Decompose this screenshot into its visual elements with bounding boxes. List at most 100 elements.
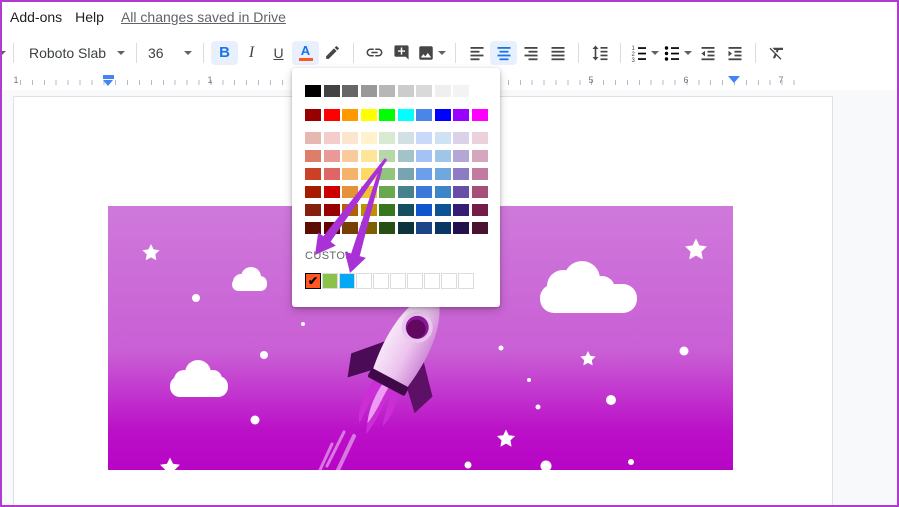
save-status-link[interactable]: All changes saved in Drive bbox=[121, 9, 286, 25]
insert-image-button[interactable] bbox=[415, 44, 448, 62]
text-color-button[interactable]: A bbox=[292, 41, 319, 65]
color-swatch[interactable] bbox=[342, 132, 358, 144]
custom-color-swatch[interactable] bbox=[339, 273, 355, 289]
color-swatch[interactable] bbox=[324, 168, 340, 180]
color-swatch[interactable] bbox=[416, 168, 432, 180]
color-swatch[interactable] bbox=[324, 186, 340, 198]
color-swatch[interactable] bbox=[435, 168, 451, 180]
menu-item-help[interactable]: Help bbox=[75, 5, 104, 29]
color-swatch[interactable] bbox=[361, 204, 377, 216]
color-swatch[interactable] bbox=[305, 186, 321, 198]
color-swatch[interactable] bbox=[472, 85, 488, 97]
color-swatch[interactable] bbox=[435, 132, 451, 144]
first-line-indent-marker[interactable] bbox=[103, 75, 114, 79]
color-swatch[interactable] bbox=[472, 204, 488, 216]
color-swatch[interactable] bbox=[324, 204, 340, 216]
color-swatch[interactable] bbox=[398, 222, 414, 234]
bulleted-list-button[interactable] bbox=[661, 44, 694, 62]
color-swatch[interactable] bbox=[342, 168, 358, 180]
increase-indent-button[interactable] bbox=[721, 41, 748, 65]
color-swatch[interactable] bbox=[398, 186, 414, 198]
custom-color-swatch[interactable]: ✔ bbox=[305, 273, 321, 289]
color-swatch[interactable] bbox=[379, 109, 395, 121]
color-swatch[interactable] bbox=[472, 132, 488, 144]
color-swatch[interactable] bbox=[361, 168, 377, 180]
numbered-list-button[interactable]: 123 bbox=[628, 44, 661, 62]
insert-link-button[interactable] bbox=[361, 41, 388, 65]
color-swatch[interactable] bbox=[342, 222, 358, 234]
color-swatch[interactable] bbox=[379, 85, 395, 97]
left-indent-marker[interactable] bbox=[103, 80, 113, 86]
add-comment-button[interactable] bbox=[388, 41, 415, 65]
color-swatch[interactable] bbox=[453, 186, 469, 198]
color-swatch[interactable] bbox=[342, 204, 358, 216]
color-swatch[interactable] bbox=[435, 85, 451, 97]
italic-button[interactable]: I bbox=[238, 41, 265, 65]
align-right-button[interactable] bbox=[517, 41, 544, 65]
custom-color-empty-slot[interactable] bbox=[356, 273, 372, 289]
menu-item-addons[interactable]: Add-ons bbox=[10, 5, 62, 29]
color-swatch[interactable] bbox=[379, 204, 395, 216]
color-swatch[interactable] bbox=[472, 150, 488, 162]
color-swatch[interactable] bbox=[379, 222, 395, 234]
font-size-select[interactable]: 36 bbox=[144, 40, 196, 66]
color-swatch[interactable] bbox=[435, 150, 451, 162]
color-swatch[interactable] bbox=[305, 222, 321, 234]
color-swatch[interactable] bbox=[342, 85, 358, 97]
line-spacing-button[interactable] bbox=[586, 41, 613, 65]
color-swatch[interactable] bbox=[435, 204, 451, 216]
custom-color-button[interactable]: CUSTOM... bbox=[305, 250, 500, 262]
color-swatch[interactable] bbox=[361, 186, 377, 198]
color-swatch[interactable] bbox=[379, 132, 395, 144]
color-swatch[interactable] bbox=[416, 85, 432, 97]
custom-color-empty-slot[interactable] bbox=[373, 273, 389, 289]
color-swatch[interactable] bbox=[453, 85, 469, 97]
highlight-color-button[interactable] bbox=[319, 41, 346, 65]
color-swatch[interactable] bbox=[305, 150, 321, 162]
custom-color-swatch[interactable] bbox=[322, 273, 338, 289]
color-swatch[interactable] bbox=[416, 186, 432, 198]
color-swatch[interactable] bbox=[361, 222, 377, 234]
color-swatch[interactable] bbox=[435, 222, 451, 234]
color-swatch[interactable] bbox=[361, 150, 377, 162]
custom-color-empty-slot[interactable] bbox=[424, 273, 440, 289]
align-left-button[interactable] bbox=[463, 41, 490, 65]
custom-color-empty-slot[interactable] bbox=[390, 273, 406, 289]
color-swatch[interactable] bbox=[324, 109, 340, 121]
color-swatch[interactable] bbox=[416, 150, 432, 162]
color-swatch[interactable] bbox=[324, 150, 340, 162]
color-swatch[interactable] bbox=[324, 85, 340, 97]
color-swatch[interactable] bbox=[453, 150, 469, 162]
color-swatch[interactable] bbox=[472, 109, 488, 121]
color-swatch[interactable] bbox=[398, 109, 414, 121]
align-center-button[interactable] bbox=[490, 41, 517, 65]
custom-color-empty-slot[interactable] bbox=[458, 273, 474, 289]
color-swatch[interactable] bbox=[361, 132, 377, 144]
color-swatch[interactable] bbox=[416, 109, 432, 121]
justify-button[interactable] bbox=[544, 41, 571, 65]
color-swatch[interactable] bbox=[305, 168, 321, 180]
custom-color-empty-slot[interactable] bbox=[441, 273, 457, 289]
color-swatch[interactable] bbox=[416, 132, 432, 144]
color-swatch[interactable] bbox=[361, 85, 377, 97]
font-family-select[interactable]: Roboto Slab bbox=[25, 40, 129, 66]
color-swatch[interactable] bbox=[342, 186, 358, 198]
color-swatch[interactable] bbox=[379, 186, 395, 198]
clear-formatting-button[interactable] bbox=[763, 41, 790, 65]
underline-button[interactable]: U bbox=[265, 41, 292, 65]
color-swatch[interactable] bbox=[305, 132, 321, 144]
right-indent-marker[interactable] bbox=[728, 76, 740, 83]
color-swatch[interactable] bbox=[398, 150, 414, 162]
decrease-indent-button[interactable] bbox=[694, 41, 721, 65]
color-swatch[interactable] bbox=[453, 204, 469, 216]
color-swatch[interactable] bbox=[472, 222, 488, 234]
color-swatch[interactable] bbox=[453, 168, 469, 180]
color-swatch[interactable] bbox=[435, 186, 451, 198]
color-swatch[interactable] bbox=[342, 109, 358, 121]
color-swatch[interactable] bbox=[416, 222, 432, 234]
color-swatch[interactable] bbox=[379, 168, 395, 180]
color-swatch[interactable] bbox=[324, 222, 340, 234]
color-swatch[interactable] bbox=[398, 204, 414, 216]
color-swatch[interactable] bbox=[305, 85, 321, 97]
color-swatch[interactable] bbox=[435, 109, 451, 121]
